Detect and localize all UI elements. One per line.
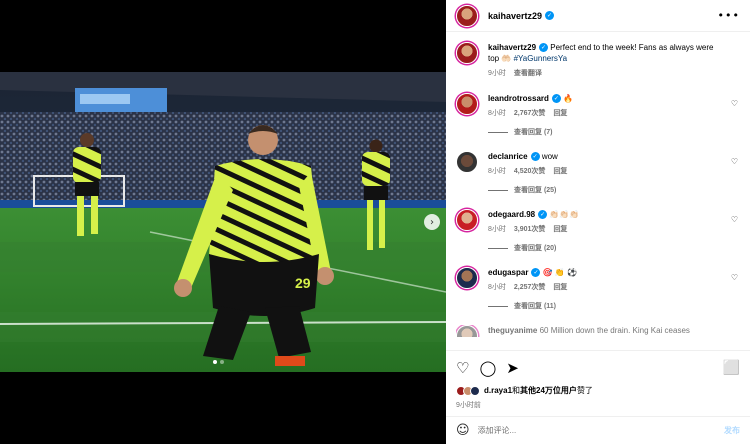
view-replies-button[interactable]: 查看回复 (20) [488,243,722,253]
carousel-dot [213,360,217,364]
commenter-username[interactable]: odegaard.98 [488,210,535,219]
comment-item: edugaspar ✓ 🎯 👏 ⚽ 8小时 2,257次赞 回复 查看回复 (11… [456,267,740,311]
verified-badge-icon: ✓ [530,152,540,162]
comment-item: declanrice ✓ wow 8小时 4,520次赞 回复 查看回复 (25)… [456,151,740,195]
post-media-area: 29 › [0,0,446,444]
caption-emoji: 🤲🏻 [501,54,512,63]
comment-time[interactable]: 8小时 [488,224,506,234]
caption-username[interactable]: kaihavertz29 [488,43,536,52]
emoji-picker-icon[interactable]: ☺ [456,423,470,438]
post-timestamp[interactable]: 9小时前 [456,400,740,410]
post-header: kaihavertz29 ✓ ••• [446,0,750,32]
reply-button[interactable]: 回复 [553,282,567,292]
author-avatar[interactable] [456,42,478,64]
next-image-button[interactable]: › [424,214,440,230]
comment-bubble-icon[interactable]: ◯ [479,360,496,376]
commenter-username[interactable]: theguyanime [488,326,537,335]
comment-input[interactable] [477,426,724,435]
commenter-username[interactable]: edugaspar [488,268,528,277]
view-replies-button[interactable]: 查看回复 (25) [488,185,722,195]
commenter-avatar[interactable] [456,209,478,231]
likes-others-count[interactable]: 其他24万位用户 [520,385,577,396]
reply-button[interactable]: 回复 [553,166,567,176]
carousel-dots [213,360,224,364]
verified-badge-icon: ✓ [539,43,549,53]
like-comment-icon[interactable]: ♡ [731,215,738,224]
comment-text: wow [541,152,558,161]
post-photo: 29 [0,72,446,372]
comment-like-count[interactable]: 4,520次赞 [514,166,546,176]
view-replies-button[interactable]: 查看回复 (11) [488,301,722,311]
verified-badge-icon: ✓ [545,11,555,20]
see-translation-link[interactable]: 查看翻译 [514,68,542,78]
comment-like-count[interactable]: 2,767次赞 [514,108,546,118]
commenter-avatar[interactable] [456,325,478,337]
commenter-username[interactable]: leandrotrossard [488,94,549,103]
liker-avatars [456,385,480,396]
like-comment-icon[interactable]: ♡ [731,99,738,108]
post-side-panel: kaihavertz29 ✓ ••• kaihavertz29 ✓ Perfect… [446,0,750,444]
comment-time[interactable]: 8小时 [488,108,506,118]
like-comment-icon[interactable]: ♡ [731,273,738,282]
caption-time[interactable]: 9小时 [488,68,506,78]
carousel-dot [220,360,224,364]
verified-badge-icon: ✓ [531,268,541,278]
author-avatar[interactable] [456,4,478,27]
likes-suffix: 赞了 [576,386,593,395]
commenter-avatar[interactable] [456,151,478,173]
comment-time[interactable]: 8小时 [488,282,506,292]
svg-text:29: 29 [295,275,311,291]
share-send-icon[interactable]: ➤ [506,360,519,376]
comment-text: 👏🏻👏🏻👏🏻 [549,210,580,219]
view-replies-button[interactable]: 查看回复 (7) [488,127,722,137]
comment-time[interactable]: 8小时 [488,166,506,176]
like-comment-icon[interactable]: ♡ [731,157,738,166]
comment-text: 🔥 [563,94,574,103]
caption-row: kaihavertz29 ✓ Perfect end to the week! F… [456,42,740,78]
comments-list: kaihavertz29 ✓ Perfect end to the week! F… [446,32,750,350]
reply-button[interactable]: 回复 [553,108,567,118]
comment-item: odegaard.98 ✓ 👏🏻👏🏻👏🏻 8小时 3,901次赞 回复 查看回复 … [456,209,740,253]
instagram-post-modal: 29 › kaihavertz29 ✓ ••• kaihavertz29 ✓ P… [0,0,750,444]
comment-item: leandrotrossard ✓ 🔥 8小时 2,767次赞 回复 查看回复 (… [456,93,740,137]
comment-like-count[interactable]: 3,901次赞 [514,224,546,234]
commenter-username[interactable]: declanrice [488,152,528,161]
commenter-avatar[interactable] [456,93,478,115]
author-username[interactable]: kaihavertz29 [488,11,542,21]
likes-connector: 和 [512,386,521,395]
verified-badge-icon: ✓ [538,210,548,220]
comment-text: 🎯 👏 ⚽ [542,268,578,277]
verified-badge-icon: ✓ [551,94,561,104]
caption-text-line: kaihavertz29 ✓ Perfect end to the week! F… [488,42,722,64]
caption-hashtag[interactable]: #YaGunnersYa [514,54,568,63]
commenter-avatar[interactable] [456,267,478,289]
like-heart-icon[interactable]: ♡ [456,360,469,376]
post-actions: ♡ ◯ ➤ ⬜ d.raya1 和其他24万位用户 赞了 9小时前 [446,350,750,416]
comment-like-count[interactable]: 2,257次赞 [514,282,546,292]
comment-composer: ☺ 发布 [446,416,750,444]
liker-username[interactable]: d.raya1 [484,386,512,395]
more-options-icon[interactable]: ••• [718,9,740,22]
comment-item-partial: theguyanime 60 Million down the drain. K… [456,325,740,337]
reply-button[interactable]: 回复 [553,224,567,234]
post-comment-button[interactable]: 发布 [724,425,740,436]
comment-text: 60 Million down the drain. King Kai ceas… [539,326,690,335]
save-bookmark-icon[interactable]: ⬜ [723,361,740,375]
likes-summary[interactable]: d.raya1 和其他24万位用户 赞了 [456,385,740,396]
